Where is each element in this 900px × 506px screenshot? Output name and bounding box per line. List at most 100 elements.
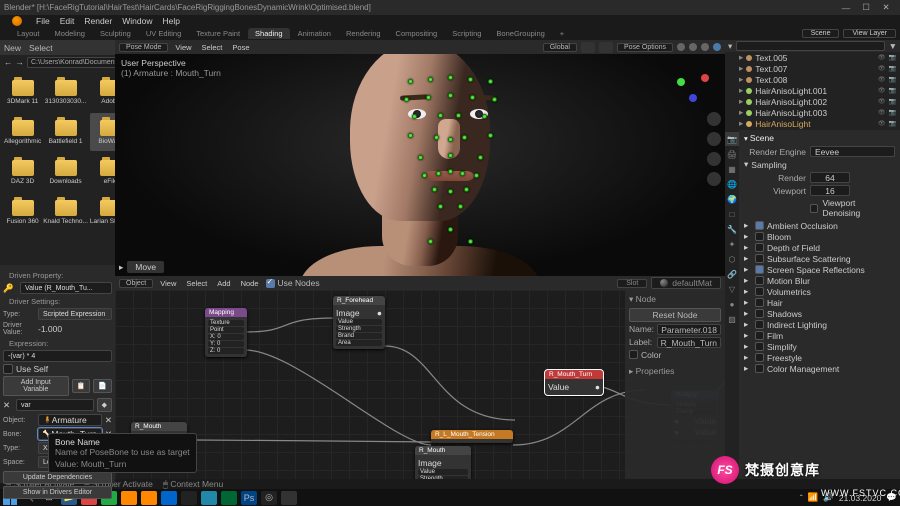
shading-lookdev-icon[interactable] bbox=[701, 43, 709, 51]
node-color-check[interactable] bbox=[629, 350, 638, 359]
folder-item[interactable]: Downloads bbox=[43, 153, 88, 191]
material-dropdown[interactable]: defaultMat bbox=[651, 277, 721, 289]
bone-handle[interactable] bbox=[482, 114, 487, 119]
tb-app6-icon[interactable] bbox=[221, 491, 237, 505]
driven-prop-field[interactable]: Value (R_Mouth_Tu... bbox=[20, 282, 112, 294]
menu-edit[interactable]: Edit bbox=[60, 16, 75, 26]
folder-item[interactable]: 3DMark 11 bbox=[4, 73, 41, 111]
viewlayer-dropdown[interactable]: View Layer bbox=[843, 29, 896, 38]
menu-render[interactable]: Render bbox=[84, 16, 112, 26]
bone-handle[interactable] bbox=[438, 204, 443, 209]
bone-handle[interactable] bbox=[458, 204, 463, 209]
bone-handle[interactable] bbox=[468, 77, 473, 82]
proportional-icon[interactable] bbox=[599, 42, 613, 53]
tb-app4-icon[interactable] bbox=[181, 491, 197, 505]
prop-tab-viewlayer[interactable]: ▦ bbox=[725, 162, 739, 176]
render-samples-field[interactable]: 64 bbox=[810, 172, 850, 183]
shading-solid-icon[interactable] bbox=[689, 43, 697, 51]
section-check[interactable] bbox=[755, 298, 764, 307]
shading-rendered-icon[interactable] bbox=[713, 43, 721, 51]
vp-camera-icon[interactable] bbox=[707, 152, 721, 166]
prop-section[interactable]: ▸Motion Blur bbox=[744, 275, 895, 286]
section-check[interactable] bbox=[755, 243, 764, 252]
bone-handle[interactable] bbox=[422, 173, 427, 178]
bone-handle[interactable] bbox=[448, 75, 453, 80]
menu-file[interactable]: File bbox=[36, 16, 50, 26]
section-check[interactable] bbox=[755, 331, 764, 340]
tb-blender2-icon[interactable] bbox=[141, 491, 157, 505]
bone-handle[interactable] bbox=[474, 173, 479, 178]
bone-handle[interactable] bbox=[468, 239, 473, 244]
tab-compositing[interactable]: Compositing bbox=[389, 28, 445, 39]
show-drivers-button[interactable]: Show in Drivers Editor bbox=[3, 486, 112, 499]
folder-item[interactable]: Larian Studios bbox=[90, 193, 115, 231]
bone-handle[interactable] bbox=[448, 137, 453, 142]
folder-item[interactable]: Knald Techno... bbox=[43, 193, 88, 231]
node-editor[interactable]: Mapping TexturePointX: 0Y: 0Z: 0 R_Foreh… bbox=[115, 290, 725, 494]
snap-icon[interactable] bbox=[581, 42, 595, 53]
prop-tab-particle[interactable]: ✦ bbox=[725, 237, 739, 251]
bone-handle[interactable] bbox=[456, 113, 461, 118]
driver-type-dropdown[interactable]: Scripted Expression bbox=[38, 308, 112, 320]
outliner-type-icon[interactable]: ▾ bbox=[728, 41, 732, 52]
fb-back-icon[interactable]: ← bbox=[4, 57, 13, 67]
prop-section[interactable]: ▸Screen Space Reflections bbox=[744, 264, 895, 275]
bone-handle[interactable] bbox=[488, 133, 493, 138]
outliner-item[interactable]: ▸HairAnisoLight.002👁📷 bbox=[725, 96, 900, 107]
3d-viewport[interactable]: User Perspective (1) Armature : Mouth_Tu… bbox=[115, 54, 725, 276]
section-check[interactable] bbox=[755, 232, 764, 241]
tb-app3-icon[interactable] bbox=[161, 491, 177, 505]
vp-persp-icon[interactable] bbox=[707, 172, 721, 186]
outliner-item[interactable]: ▸Text.005👁📷 bbox=[725, 52, 900, 63]
bone-handle[interactable] bbox=[408, 79, 413, 84]
bone-handle[interactable] bbox=[464, 187, 469, 192]
node-mapping[interactable]: Mapping TexturePointX: 0Y: 0Z: 0 bbox=[205, 308, 247, 357]
bone-handle[interactable] bbox=[434, 135, 439, 140]
bone-handle[interactable] bbox=[478, 155, 483, 160]
tab-add[interactable]: + bbox=[553, 28, 571, 39]
bone-handle[interactable] bbox=[448, 93, 453, 98]
bone-handle[interactable] bbox=[404, 97, 409, 102]
node-label-field[interactable]: R_Mouth_Turn bbox=[657, 337, 721, 348]
add-input-var-button[interactable]: Add Input Variable bbox=[3, 376, 69, 396]
node-menu-view[interactable]: View bbox=[157, 279, 179, 288]
prop-section[interactable]: ▸Freestyle bbox=[744, 352, 895, 363]
tb-app5-icon[interactable] bbox=[201, 491, 217, 505]
bone-handle[interactable] bbox=[448, 227, 453, 232]
tray-net-icon[interactable]: 📶 bbox=[808, 492, 819, 503]
node-menu-select[interactable]: Select bbox=[183, 279, 210, 288]
prop-tab-physics[interactable]: ⬡ bbox=[725, 252, 739, 266]
tab-modeling[interactable]: Modeling bbox=[48, 28, 92, 39]
prop-section[interactable]: ▸Bloom bbox=[744, 231, 895, 242]
tab-sculpting[interactable]: Sculpting bbox=[93, 28, 138, 39]
outliner-item[interactable]: ▸HairAnisoLight.003👁📷 bbox=[725, 107, 900, 118]
mode-dropdown[interactable]: Pose Mode bbox=[119, 43, 168, 52]
outliner-item[interactable]: ▸Text.008👁📷 bbox=[725, 74, 900, 85]
use-self-check[interactable] bbox=[3, 364, 13, 374]
tb-ps-icon[interactable]: Ps bbox=[241, 491, 257, 505]
node-menu-node[interactable]: Node bbox=[238, 279, 262, 288]
vp-tool-label[interactable]: Move bbox=[127, 261, 164, 273]
section-check[interactable] bbox=[755, 309, 764, 318]
reset-node-button[interactable]: Reset Node bbox=[629, 308, 721, 322]
bone-handle[interactable] bbox=[418, 155, 423, 160]
copy-var-icon[interactable]: 📋 bbox=[72, 379, 91, 393]
window-maximize[interactable]: ☐ bbox=[856, 2, 876, 13]
section-check[interactable] bbox=[755, 353, 764, 362]
outliner-filter-icon[interactable]: ▼ bbox=[889, 41, 897, 51]
bone-handle[interactable] bbox=[448, 153, 453, 158]
prop-section[interactable]: ▸Simplify bbox=[744, 341, 895, 352]
prop-tab-world[interactable]: 🌍 bbox=[725, 192, 739, 206]
bone-handle[interactable] bbox=[492, 97, 497, 102]
orientation-dropdown[interactable]: Global bbox=[543, 43, 577, 52]
expression-field[interactable]: -(var) * 4 bbox=[3, 350, 112, 362]
var-name-field[interactable]: var bbox=[16, 399, 94, 411]
menu-help[interactable]: Help bbox=[162, 16, 179, 26]
tab-layout[interactable]: Layout bbox=[10, 28, 47, 39]
vp-menu-view[interactable]: View bbox=[172, 43, 194, 52]
folder-item[interactable]: eFile bbox=[90, 153, 115, 191]
folder-item[interactable]: Battlefield 1 bbox=[43, 113, 88, 151]
prop-tab-render[interactable]: 📷 bbox=[725, 132, 739, 146]
outliner-item[interactable]: ▸HairAnisoLight.001👁📷 bbox=[725, 85, 900, 96]
vp-zoom-icon[interactable] bbox=[707, 112, 721, 126]
